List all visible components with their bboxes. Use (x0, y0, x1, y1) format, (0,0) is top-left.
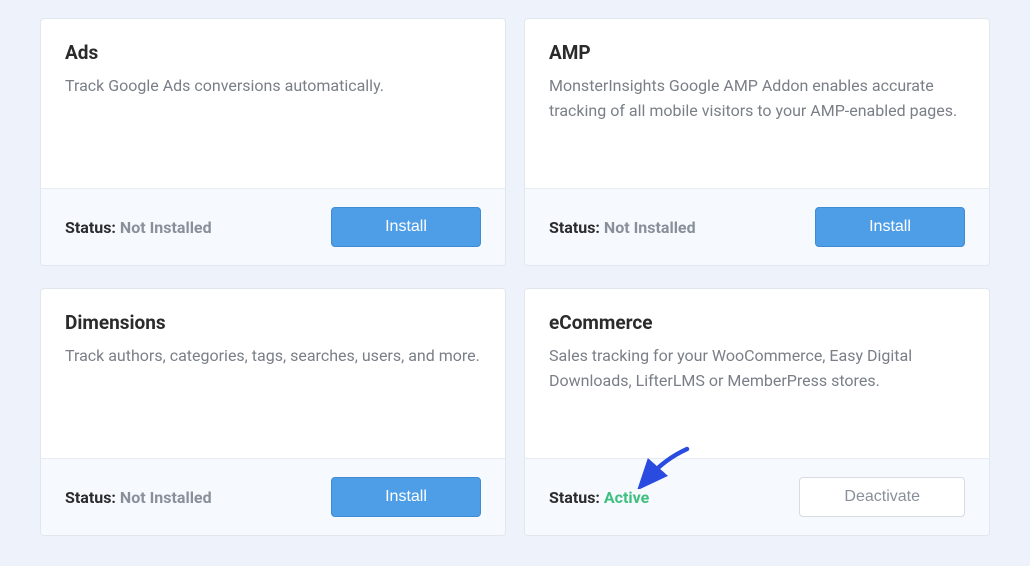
status-value: Active (604, 488, 649, 507)
card-title: Ads (65, 41, 481, 64)
status-text: Status: Not Installed (549, 218, 696, 237)
card-body: Ads Track Google Ads conversions automat… (41, 19, 505, 188)
card-description: Sales tracking for your WooCommerce, Eas… (549, 344, 965, 394)
install-button[interactable]: Install (331, 207, 481, 247)
card-title: AMP (549, 41, 965, 64)
install-button[interactable]: Install (815, 207, 965, 247)
status-value: Not Installed (604, 218, 696, 237)
addon-card-ecommerce: eCommerce Sales tracking for your WooCom… (524, 288, 990, 536)
card-description: Track authors, categories, tags, searche… (65, 344, 481, 369)
card-title: Dimensions (65, 311, 481, 334)
status-label: Status: (65, 488, 116, 507)
status-value: Not Installed (120, 488, 212, 507)
card-body: eCommerce Sales tracking for your WooCom… (525, 289, 989, 458)
status-label: Status: (549, 218, 600, 237)
card-body: Dimensions Track authors, categories, ta… (41, 289, 505, 458)
status-label: Status: (65, 218, 116, 237)
card-description: MonsterInsights Google AMP Addon enables… (549, 74, 965, 124)
status-label: Status: (549, 488, 600, 507)
card-footer: Status: Not Installed Install (41, 188, 505, 265)
card-description: Track Google Ads conversions automatical… (65, 74, 481, 99)
status-text: Status: Not Installed (65, 488, 212, 507)
card-body: AMP MonsterInsights Google AMP Addon ena… (525, 19, 989, 188)
card-footer: Status: Active Deactivate (525, 458, 989, 535)
status-text: Status: Active (549, 488, 649, 507)
addon-card-dimensions: Dimensions Track authors, categories, ta… (40, 288, 506, 536)
addon-card-amp: AMP MonsterInsights Google AMP Addon ena… (524, 18, 990, 266)
addon-card-ads: Ads Track Google Ads conversions automat… (40, 18, 506, 266)
status-value: Not Installed (120, 218, 212, 237)
card-title: eCommerce (549, 311, 965, 334)
card-footer: Status: Not Installed Install (41, 458, 505, 535)
status-text: Status: Not Installed (65, 218, 212, 237)
card-footer: Status: Not Installed Install (525, 188, 989, 265)
addon-grid: Ads Track Google Ads conversions automat… (40, 18, 990, 536)
install-button[interactable]: Install (331, 477, 481, 517)
deactivate-button[interactable]: Deactivate (799, 477, 965, 517)
